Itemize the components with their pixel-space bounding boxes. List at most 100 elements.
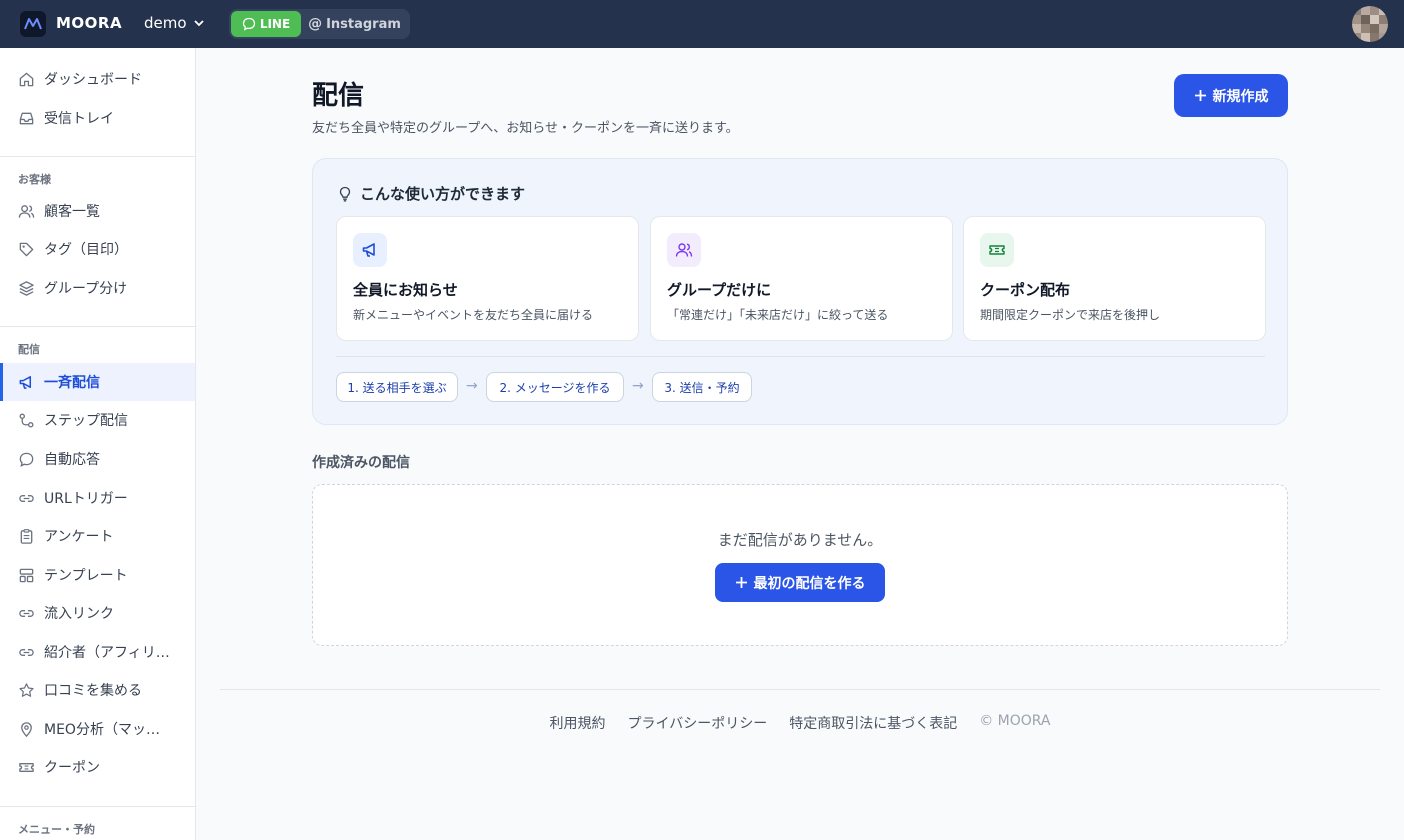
tips-title-text: こんな使い方ができます xyxy=(360,185,526,203)
sidebar-item-label: 流入リンク xyxy=(44,606,114,622)
footer-copyright: © MOORA xyxy=(979,713,1051,729)
chat-bubble-icon xyxy=(242,17,255,31)
megaphone-icon xyxy=(19,375,32,389)
workspace-name: demo xyxy=(144,14,187,32)
channel-line-tab[interactable]: LINE xyxy=(231,11,301,37)
tips-title: こんな使い方ができます xyxy=(337,183,525,204)
footer-divider xyxy=(220,689,1380,690)
top-bar: MOORA demo LINE @ Instagram xyxy=(0,0,1404,48)
sidebar-item-reviews[interactable]: 口コミを集める xyxy=(0,671,195,709)
step-2-chip: 2. メッセージを作る xyxy=(486,372,624,402)
sidebar-item-customers[interactable]: 顧客一覧 xyxy=(0,192,195,230)
sidebar-divider xyxy=(0,156,195,157)
step-icon xyxy=(19,413,34,427)
brand-name[interactable]: MOORA xyxy=(56,14,122,32)
page-subtitle: 友だち全員や特定のグループへ、お知らせ・クーポンを一斉に送ります。 xyxy=(312,121,739,136)
channel-instagram-label: Instagram xyxy=(326,16,401,32)
sidebar-item-label: 一斉配信 xyxy=(44,375,100,391)
plus-icon xyxy=(735,577,747,588)
users-icon xyxy=(667,233,701,267)
lightbulb-icon xyxy=(339,186,351,201)
create-first-broadcast-button[interactable]: 最初の配信を作る xyxy=(715,563,885,602)
map-pin-icon xyxy=(21,721,32,737)
sidebar-item-label: テンプレート xyxy=(44,568,128,584)
ticket-icon xyxy=(980,233,1014,267)
sidebar-item-coupon[interactable]: クーポン xyxy=(0,748,195,786)
tip-card-title: クーポン配布 xyxy=(980,281,1071,299)
sidebar-item-label: クーポン xyxy=(44,760,100,776)
tip-card-title: グループだけに xyxy=(667,281,772,299)
chat-icon xyxy=(19,452,34,467)
sidebar-item-label: ダッシュボード xyxy=(44,72,142,88)
link-icon xyxy=(19,609,34,617)
footer-link-tokushoho[interactable]: 特定商取引法に基づく表記 xyxy=(789,713,957,733)
sidebar-item-inflow-link[interactable]: 流入リンク xyxy=(0,594,195,632)
star-icon xyxy=(19,682,34,697)
step-3-chip: 3. 送信・予約 xyxy=(652,372,752,402)
clipboard-icon xyxy=(20,528,33,544)
section-label-customers: お客様 xyxy=(18,173,51,186)
sidebar-item-affiliate[interactable]: 紹介者（アフィリエイト） xyxy=(0,633,195,671)
sidebar-item-label: 紹介者（アフィリエイト） xyxy=(44,645,172,661)
sidebar-item-label: URLトリガー xyxy=(44,491,128,507)
new-broadcast-label: 新規作成 xyxy=(1212,87,1269,104)
new-broadcast-button[interactable]: 新規作成 xyxy=(1174,74,1288,117)
sidebar-item-template[interactable]: テンプレート xyxy=(0,556,195,594)
arrow-right-icon: → xyxy=(632,378,644,394)
tip-card-desc: 期間限定クーポンで来店を後押し xyxy=(980,308,1161,322)
tip-card-desc: 「常連だけ」「未来店だけ」に絞って送る xyxy=(667,308,889,322)
user-avatar[interactable] xyxy=(1352,6,1388,42)
moora-logo-icon[interactable] xyxy=(20,11,46,37)
at-icon: @ xyxy=(308,16,323,32)
link-icon xyxy=(19,494,34,502)
tip-card-announce-all[interactable]: 全員にお知らせ 新メニューやイベントを友だち全員に届ける xyxy=(336,216,639,341)
home-icon xyxy=(19,72,34,86)
link-icon xyxy=(19,648,34,656)
sidebar-item-label: タグ（目印） xyxy=(44,242,128,258)
sidebar-item-groups[interactable]: グループ分け xyxy=(0,269,195,307)
tip-card-coupon[interactable]: クーポン配布 期間限定クーポンで来店を後押し xyxy=(963,216,1266,341)
sidebar-item-broadcast[interactable]: 一斉配信 xyxy=(0,363,195,401)
page-title: 配信 xyxy=(312,81,365,111)
sidebar-item-label: 自動応答 xyxy=(44,452,100,468)
sidebar-item-survey[interactable]: アンケート xyxy=(0,517,195,555)
section-label-menu: メニュー・予約 xyxy=(18,823,95,836)
sidebar-item-inbox[interactable]: 受信トレイ xyxy=(0,99,195,137)
layers-icon xyxy=(19,280,34,296)
tip-card-title: 全員にお知らせ xyxy=(353,281,458,299)
sidebar-item-label: MEO分析（マップ検索） xyxy=(44,722,172,738)
plus-icon xyxy=(1194,90,1206,101)
sidebar-item-meo[interactable]: MEO分析（マップ検索） xyxy=(0,710,195,748)
workspace-switcher[interactable]: demo xyxy=(144,14,205,32)
sidebar-item-auto-reply[interactable]: 自動応答 xyxy=(0,440,195,478)
sidebar: ダッシュボード 受信トレイ お客様 顧客一覧 タグ（目印） グループ分け 配信 … xyxy=(0,48,196,840)
channel-instagram-tab[interactable]: @ Instagram xyxy=(301,11,408,37)
usage-tips-panel: こんな使い方ができます 全員にお知らせ 新メニューやイベントを友だち全員に届ける… xyxy=(312,158,1288,425)
channel-line-label: LINE xyxy=(259,17,291,31)
tag-icon xyxy=(19,242,34,256)
channel-switch: LINE @ Instagram xyxy=(229,9,410,39)
sidebar-item-label: 受信トレイ xyxy=(44,111,114,127)
sidebar-item-label: ステップ配信 xyxy=(44,413,128,429)
footer-link-terms[interactable]: 利用規約 xyxy=(549,713,605,733)
footer-link-privacy[interactable]: プライバシーポリシー xyxy=(627,713,767,733)
ticket-icon xyxy=(19,762,34,772)
sidebar-item-label: 口コミを集める xyxy=(44,683,142,699)
sidebar-item-tags[interactable]: タグ（目印） xyxy=(0,230,195,268)
sidebar-item-label: 顧客一覧 xyxy=(44,204,100,220)
sidebar-item-url-trigger[interactable]: URLトリガー xyxy=(0,479,195,517)
users-icon xyxy=(18,204,35,218)
sidebar-item-step-delivery[interactable]: ステップ配信 xyxy=(0,401,195,439)
arrow-right-icon: → xyxy=(466,378,478,394)
sidebar-divider xyxy=(0,806,195,807)
create-first-broadcast-label: 最初の配信を作る xyxy=(753,574,866,591)
footer: 利用規約 プライバシーポリシー 特定商取引法に基づく表記 © MOORA xyxy=(220,713,1380,733)
megaphone-icon xyxy=(353,233,387,267)
template-icon xyxy=(19,568,34,582)
sidebar-item-dashboard[interactable]: ダッシュボード xyxy=(0,60,195,98)
sidebar-divider xyxy=(0,326,195,327)
tip-card-group-only[interactable]: グループだけに 「常連だけ」「未来店だけ」に絞って送る xyxy=(650,216,953,341)
sidebar-item-label: アンケート xyxy=(44,529,114,545)
empty-state: まだ配信がありません。 最初の配信を作る xyxy=(312,484,1288,646)
tips-divider xyxy=(336,356,1265,357)
